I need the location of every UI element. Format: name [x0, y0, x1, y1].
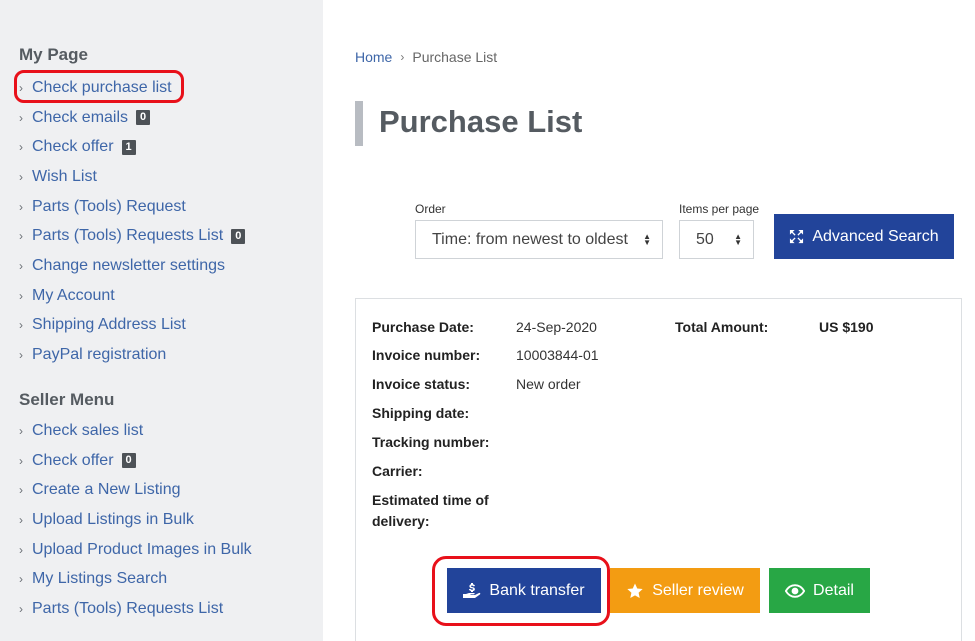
chevron-right-icon: › — [19, 423, 23, 438]
chevron-right-icon: › — [19, 80, 23, 95]
invoice-status-value: New order — [516, 376, 581, 392]
sidebar-item-newsletter-settings[interactable]: › Change newsletter settings — [19, 251, 245, 281]
total-amount-value: US $190 — [819, 319, 874, 335]
chevron-right-icon: › — [19, 110, 23, 125]
chevron-right-icon: › — [19, 288, 23, 303]
seller-menu: › Check sales list › Check offer 0 › Create … — [19, 416, 252, 624]
sidebar-item-check-sales-list[interactable]: › Check sales list — [19, 416, 252, 446]
sidebar-item-my-account[interactable]: › My Account — [19, 281, 245, 311]
advanced-search-button[interactable]: Advanced Search — [774, 214, 954, 259]
chevron-right-icon: › — [19, 601, 23, 616]
chevron-right-icon: › — [19, 542, 23, 557]
chevron-right-icon: › — [19, 258, 23, 273]
star-icon — [626, 582, 644, 600]
items-per-page-label: Items per page — [679, 202, 760, 216]
sidebar-item-create-listing[interactable]: › Create a New Listing — [19, 475, 252, 505]
page-title: Purchase List — [379, 104, 583, 139]
items-per-page-value: 50 — [696, 230, 714, 248]
chevron-right-icon: › — [19, 572, 23, 587]
chevron-right-icon: › — [400, 50, 405, 64]
sort-arrows-icon: ▲ ▼ — [643, 231, 651, 247]
sidebar-item-parts-requests-list[interactable]: › Parts (Tools) Requests List 0 — [19, 221, 246, 251]
sidebar-item-seller-parts-requests-list[interactable]: › Parts (Tools) Requests List — [19, 594, 252, 624]
sidebar: My Page › Check purchase list › Check emai… — [0, 0, 323, 641]
eye-icon — [785, 583, 806, 599]
hand-holding-dollar-icon — [463, 582, 481, 600]
chevron-right-icon: › — [19, 318, 23, 333]
order-select-value: Time: from newest to oldest — [432, 230, 628, 248]
sidebar-item-check-offer[interactable]: › Check offer 1 — [19, 132, 245, 162]
chevron-right-icon: › — [19, 348, 23, 363]
sidebar-item-my-listings-search[interactable]: › My Listings Search — [19, 564, 252, 594]
my-page-heading: My Page — [19, 45, 88, 64]
count-badge: 0 — [121, 453, 136, 469]
chevron-right-icon: › — [19, 512, 23, 527]
sidebar-item-shipping-address-list[interactable]: › Shipping Address List — [19, 311, 245, 341]
count-badge: 1 — [121, 139, 136, 155]
sidebar-item-seller-check-offer[interactable]: › Check offer 0 — [19, 446, 252, 476]
sidebar-item-upload-images-bulk[interactable]: › Upload Product Images in Bulk — [19, 535, 252, 565]
sidebar-item-parts-request[interactable]: › Parts (Tools) Request — [19, 192, 245, 222]
order-label: Order — [415, 202, 446, 216]
detail-button[interactable]: Detail — [769, 568, 870, 613]
seller-menu-heading: Seller Menu — [19, 390, 115, 409]
bank-transfer-button[interactable]: Bank transfer — [447, 568, 601, 613]
breadcrumb-current: Purchase List — [412, 49, 498, 65]
order-select[interactable]: Time: from newest to oldest ▲ ▼ — [415, 220, 663, 259]
sidebar-item-check-purchase-list[interactable]: › Check purchase list — [19, 73, 245, 103]
chevron-right-icon: › — [19, 169, 23, 184]
sidebar-item-upload-listings-bulk[interactable]: › Upload Listings in Bulk — [19, 505, 252, 535]
purchase-date-value: 24-Sep-2020 — [516, 319, 597, 335]
chevron-right-icon: › — [19, 453, 23, 468]
chevron-right-icon: › — [19, 140, 23, 155]
seller-review-button[interactable]: Seller review — [610, 568, 760, 613]
items-per-page-select[interactable]: 50 ▲ ▼ — [679, 220, 754, 259]
chevron-right-icon: › — [19, 229, 23, 244]
title-accent-bar — [355, 101, 363, 146]
my-page-menu: › Check purchase list › Check emails 0 › Che… — [19, 73, 246, 370]
breadcrumb: Home › Purchase List — [355, 49, 497, 65]
chevron-right-icon: › — [19, 199, 23, 214]
count-badge: 0 — [136, 110, 151, 126]
sidebar-item-check-emails[interactable]: › Check emails 0 — [19, 103, 245, 133]
sort-arrows-icon: ▲ ▼ — [734, 231, 742, 247]
count-badge: 0 — [231, 228, 246, 244]
invoice-number-value: 10003844-01 — [516, 347, 599, 363]
sidebar-item-paypal-registration[interactable]: › PayPal registration — [19, 340, 245, 370]
expand-arrows-icon — [789, 229, 804, 244]
sidebar-item-wish-list[interactable]: › Wish List — [19, 162, 245, 192]
breadcrumb-home-link[interactable]: Home — [355, 49, 392, 65]
chevron-right-icon: › — [19, 483, 23, 498]
